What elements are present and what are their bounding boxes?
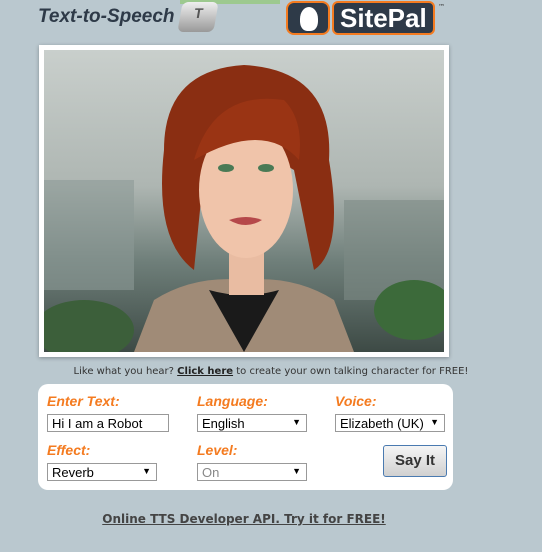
effect-value: Reverb xyxy=(52,465,94,480)
level-select[interactable]: On ▼ xyxy=(197,463,307,481)
dropdown-arrow-icon: ▼ xyxy=(427,417,439,427)
level-value: On xyxy=(202,465,220,480)
voice-select[interactable]: Elizabeth (UK) ▼ xyxy=(335,414,445,432)
say-it-button[interactable]: Say It xyxy=(383,445,447,477)
level-label: Level: xyxy=(197,442,238,458)
sitepal-logo: SitePal xyxy=(286,1,435,35)
effect-label: Effect: xyxy=(47,442,91,458)
dropdown-arrow-icon: ▼ xyxy=(292,466,301,476)
avatar-character xyxy=(44,65,444,352)
avatar-frame xyxy=(39,45,449,357)
brand-name: SitePal xyxy=(332,1,435,35)
click-here-link[interactable]: Click here xyxy=(177,366,233,377)
promo-before: Like what you hear? xyxy=(73,366,178,377)
text-input[interactable]: Hi I am a Robot xyxy=(47,414,169,432)
voice-label: Voice: xyxy=(335,393,377,409)
language-label: Language: xyxy=(197,393,268,409)
voice-value: Elizabeth (UK) xyxy=(340,416,424,431)
dropdown-arrow-icon: ▼ xyxy=(142,466,151,476)
trademark: ™ xyxy=(438,3,445,11)
promo-text: Like what you hear? Click here to create… xyxy=(0,366,542,377)
face-icon xyxy=(286,1,330,35)
language-value: English xyxy=(202,416,245,431)
enter-text-label: Enter Text: xyxy=(47,393,120,409)
dropdown-arrow-icon: ▼ xyxy=(292,417,301,427)
tts-title: Text-to-Speech xyxy=(38,6,175,27)
keyboard-key-icon: T xyxy=(177,2,219,32)
effect-select[interactable]: Reverb ▼ xyxy=(47,463,157,481)
avatar-scene xyxy=(44,50,444,352)
promo-after: to create your own talking character for… xyxy=(233,366,469,377)
tts-form: Enter Text: Hi I am a Robot Language: En… xyxy=(38,384,453,490)
language-select[interactable]: English ▼ xyxy=(197,414,307,432)
api-link[interactable]: Online TTS Developer API. Try it for FRE… xyxy=(0,512,488,526)
